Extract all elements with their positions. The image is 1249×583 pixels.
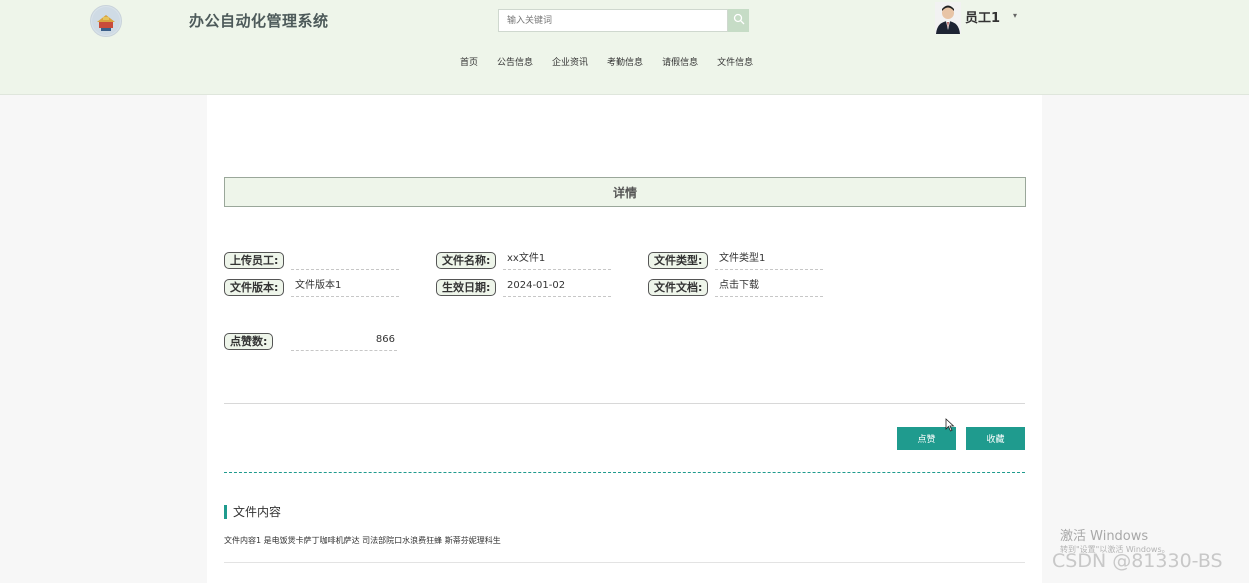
- nav-item-home[interactable]: 首页: [460, 55, 478, 71]
- activate-windows-watermark: 激活 Windows: [1060, 529, 1149, 544]
- field-value: 866: [291, 333, 397, 351]
- field-label: 生效日期:: [436, 279, 497, 296]
- detail-panel: 详情 上传员工: 文件名称: xx文件1 文件类型: 文件类型1 文件版本: 文…: [207, 95, 1042, 583]
- top-header: 办公自动化管理系统 员工1 ▾ 首页: [0, 0, 1249, 95]
- divider: [224, 562, 1025, 563]
- favorite-button[interactable]: 收藏: [966, 427, 1025, 450]
- user-avatar: [935, 2, 961, 34]
- field-likes: 点赞数: 866: [224, 333, 404, 353]
- field-value: 2024-01-02: [503, 279, 611, 297]
- field-value: [291, 252, 399, 270]
- divider: [224, 403, 1025, 404]
- nav-item-news[interactable]: 企业资讯: [552, 55, 588, 71]
- field-value: 文件类型1: [715, 252, 823, 270]
- field-uploader: 上传员工:: [224, 252, 404, 272]
- field-label: 文件类型:: [648, 252, 709, 269]
- field-value: xx文件1: [503, 252, 611, 270]
- user-name: 员工1: [965, 11, 1001, 26]
- user-menu[interactable]: 员工1 ▾: [935, 2, 1035, 36]
- field-label: 文件名称:: [436, 252, 497, 269]
- field-label: 文件文档:: [648, 279, 709, 296]
- field-label: 文件版本:: [224, 279, 285, 296]
- field-file-version: 文件版本: 文件版本1: [224, 279, 404, 299]
- field-effective-date: 生效日期: 2024-01-02: [436, 279, 616, 299]
- nav-item-attendance[interactable]: 考勤信息: [607, 55, 643, 71]
- detail-section-header: 详情: [224, 177, 1026, 207]
- mouse-cursor-icon: [945, 417, 955, 436]
- search-icon: [733, 13, 745, 28]
- section-divider: [224, 472, 1025, 473]
- emblem-logo-icon[interactable]: [90, 5, 122, 37]
- field-label: 上传员工:: [224, 252, 285, 269]
- search-button[interactable]: [728, 9, 749, 32]
- download-link[interactable]: 点击下载: [715, 279, 823, 297]
- app-title: 办公自动化管理系统: [189, 12, 329, 30]
- chevron-down-icon[interactable]: ▾: [1013, 11, 1017, 20]
- field-file-document: 文件文档: 点击下载: [648, 279, 828, 299]
- field-value: 文件版本1: [291, 279, 399, 297]
- content-text: 文件内容1 是电饭煲卡萨丁咖啡机萨达 司法部院口水浪费狂蜂 斯蒂芬妮理科生: [224, 536, 501, 545]
- search-bar: [498, 9, 750, 32]
- field-file-type: 文件类型: 文件类型1: [648, 252, 828, 272]
- search-input[interactable]: [498, 9, 728, 32]
- main-nav: 首页 公告信息 企业资讯 考勤信息 请假信息 文件信息: [460, 55, 772, 71]
- nav-item-leave[interactable]: 请假信息: [662, 55, 698, 71]
- field-label: 点赞数:: [224, 333, 274, 350]
- nav-item-announcements[interactable]: 公告信息: [497, 55, 533, 71]
- nav-item-files[interactable]: 文件信息: [717, 55, 753, 71]
- content-section-title: 文件内容: [224, 505, 281, 519]
- field-file-name: 文件名称: xx文件1: [436, 252, 616, 272]
- csdn-watermark: CSDN @81330-BS: [1052, 550, 1223, 572]
